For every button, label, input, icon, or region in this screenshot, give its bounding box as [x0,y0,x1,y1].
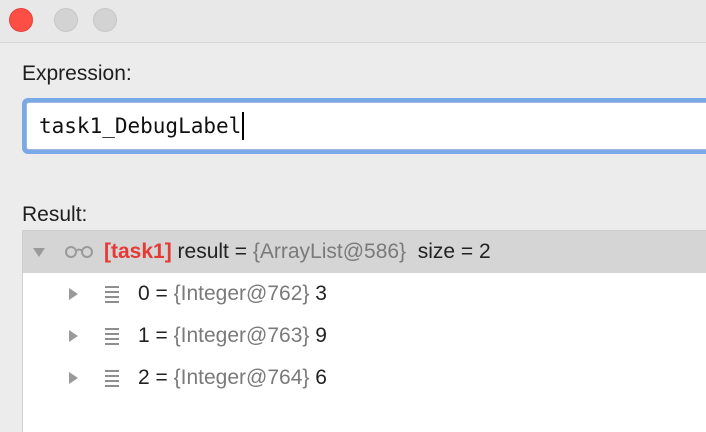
text-caret [242,112,245,140]
tree-row-text: 2 = {Integer@764} 6 [138,366,327,390]
result-tree[interactable]: [task1] result = {ArrayList@586} size = … [22,230,706,432]
expression-field-focus-ring: task1_DebugLabel [22,98,706,154]
expression-label: Expression: [22,62,132,85]
tree-row[interactable]: 1 = {Integer@763} 9 [23,315,706,357]
result-label: Result: [22,203,88,226]
collapsed-arrow-icon[interactable] [69,330,78,342]
element-index: 1 = [138,324,174,347]
close-window-button[interactable] [9,8,33,32]
tree-row[interactable]: 2 = {Integer@764} 6 [23,357,706,399]
collapsed-arrow-icon[interactable] [69,372,78,384]
object-reference: {ArrayList@586} [252,240,407,263]
variable-name: result = [171,240,253,263]
element-index: 0 = [138,282,174,305]
tree-row-root-text: [task1] result = {ArrayList@586} size = … [104,240,491,264]
label-tag: [task1] [104,240,172,263]
list-icon [105,286,119,303]
minimize-window-button[interactable] [54,8,78,32]
element-value: 6 [309,366,327,389]
element-index: 2 = [138,366,174,389]
maximize-window-button[interactable] [93,8,117,32]
expression-input[interactable]: task1_DebugLabel [26,102,706,150]
list-icon [105,328,119,345]
object-reference: {Integer@764} [173,366,310,389]
tree-row-text: 0 = {Integer@762} 3 [138,282,327,306]
element-value: 3 [309,282,327,305]
expand-arrow-icon[interactable] [33,247,45,257]
expression-input-value: task1_DebugLabel [39,114,242,138]
list-icon [105,370,119,387]
size-info: size = 2 [406,240,491,263]
tree-row-text: 1 = {Integer@763} 9 [138,324,327,348]
object-reference: {Integer@763} [173,324,310,347]
tree-row[interactable]: 0 = {Integer@762} 3 [23,273,706,315]
tree-row-root[interactable]: [task1] result = {ArrayList@586} size = … [23,231,706,273]
element-value: 9 [309,324,327,347]
glasses-icon [65,246,93,258]
collapsed-arrow-icon[interactable] [69,288,78,300]
title-bar [0,0,706,43]
object-reference: {Integer@762} [173,282,310,305]
